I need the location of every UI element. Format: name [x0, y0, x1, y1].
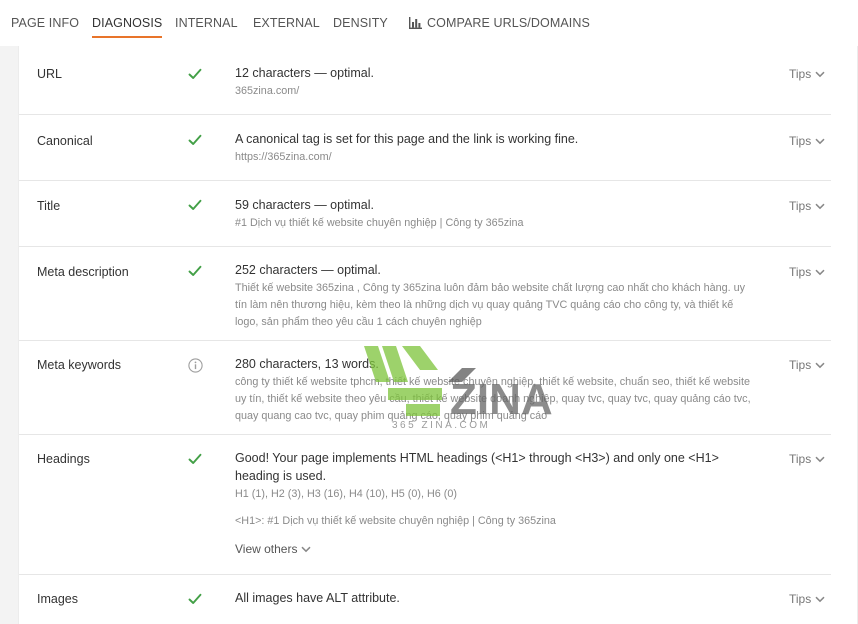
chevron-down-icon — [815, 452, 825, 466]
diagnosis-row-images: Images All images have ALT attribute. Ti… — [19, 574, 831, 624]
row-result: 12 characters — optimal. — [235, 66, 374, 80]
tab-bar: PAGE INFO DIAGNOSIS INTERNAL EXTERNAL DE… — [0, 0, 858, 46]
check-icon — [187, 451, 203, 467]
tips-label: Tips — [789, 265, 812, 279]
diagnosis-row-url: URL 12 characters — optimal. 365zina.com… — [19, 46, 831, 115]
info-icon — [187, 357, 203, 373]
tips-toggle[interactable]: Tips — [789, 265, 825, 279]
row-detail: Thiết kế website 365zina , Công ty 365zi… — [235, 282, 746, 328]
row-content: 12 characters — optimal. 365zina.com/ — [235, 64, 755, 100]
row-label: Meta keywords — [37, 358, 122, 372]
check-icon — [187, 132, 203, 148]
chevron-down-icon — [301, 542, 312, 556]
check-icon — [187, 197, 203, 213]
tab-label: INTERNAL — [175, 16, 238, 30]
row-label: URL — [37, 67, 63, 81]
row-detail: 365zina.com/ — [235, 85, 300, 97]
tips-toggle[interactable]: Tips — [789, 452, 825, 466]
row-content: Good! Your page implements HTML headings… — [235, 449, 755, 558]
watermark-mark-icon: ZINA — [364, 346, 553, 424]
panel-frame-left — [0, 46, 18, 624]
row-label: Meta description — [37, 265, 129, 279]
tips-label: Tips — [789, 358, 812, 372]
row-detail: #1 Dịch vụ thiết kế website chuyên nghiệ… — [235, 217, 524, 229]
diagnosis-row-headings: Headings Good! Your page implements HTML… — [19, 434, 831, 575]
tab-diagnosis[interactable]: DIAGNOSIS — [92, 16, 163, 38]
chevron-down-icon — [815, 134, 825, 148]
row-result: 252 characters — optimal. — [235, 263, 381, 277]
row-label: Title — [37, 199, 61, 213]
tips-label: Tips — [789, 199, 812, 213]
check-icon — [187, 66, 203, 82]
bar-chart-icon — [409, 17, 422, 29]
tips-toggle[interactable]: Tips — [789, 592, 825, 606]
tips-toggle[interactable]: Tips — [789, 358, 825, 372]
diagnosis-row-title: Title 59 characters — optimal. #1 Dịch v… — [19, 180, 831, 247]
tab-label: COMPARE URLS/DOMAINS — [427, 16, 590, 30]
tab-label: EXTERNAL — [253, 16, 320, 30]
row-detail: https://365zina.com/ — [235, 151, 332, 163]
tab-label: DIAGNOSIS — [92, 16, 163, 30]
row-content: 59 characters — optimal. #1 Dịch vụ thiế… — [235, 196, 755, 232]
tips-label: Tips — [789, 134, 812, 148]
chevron-down-icon — [815, 592, 825, 606]
chevron-down-icon — [815, 358, 825, 372]
tips-label: Tips — [789, 67, 812, 81]
check-icon — [187, 263, 203, 279]
watermark-tagline: 365 ZINA.COM — [392, 420, 491, 431]
chevron-down-icon — [815, 265, 825, 279]
h1-detail: <H1>: #1 Dịch vụ thiết kế website chuyên… — [235, 515, 556, 527]
row-result: All images have ALT attribute. — [235, 591, 400, 605]
tips-toggle[interactable]: Tips — [789, 134, 825, 148]
diagnosis-row-canonical: Canonical A canonical tag is set for thi… — [19, 114, 831, 181]
tab-compare[interactable]: COMPARE URLS/DOMAINS — [409, 16, 590, 30]
row-label: Headings — [37, 452, 90, 466]
watermark-logo: ZINA 365 ZINA.COM — [358, 342, 568, 438]
tab-page-info[interactable]: PAGE INFO — [11, 16, 79, 30]
row-label: Canonical — [37, 134, 93, 148]
diagnosis-panel: URL 12 characters — optimal. 365zina.com… — [18, 46, 858, 624]
row-content: A canonical tag is set for this page and… — [235, 130, 755, 166]
row-content: All images have ALT attribute. — [235, 589, 755, 607]
tips-toggle[interactable]: Tips — [789, 199, 825, 213]
tab-internal[interactable]: INTERNAL — [175, 16, 238, 30]
row-content: 252 characters — optimal. Thiết kế websi… — [235, 261, 755, 331]
diagnosis-row-meta-description: Meta description 252 characters — optima… — [19, 246, 831, 341]
tab-density[interactable]: DENSITY — [333, 16, 388, 30]
chevron-down-icon — [815, 199, 825, 213]
row-label: Images — [37, 592, 78, 606]
row-result: Good! Your page implements HTML headings… — [235, 451, 719, 483]
tips-toggle[interactable]: Tips — [789, 67, 825, 81]
check-icon — [187, 591, 203, 607]
view-others-label: View others — [235, 542, 298, 556]
tips-label: Tips — [789, 452, 812, 466]
tab-label: DENSITY — [333, 16, 388, 30]
tab-label: PAGE INFO — [11, 16, 80, 30]
chevron-down-icon — [815, 67, 825, 81]
row-detail: H1 (1), H2 (3), H3 (16), H4 (10), H5 (0)… — [235, 488, 457, 500]
view-others-link[interactable]: View others — [235, 542, 312, 556]
row-result: A canonical tag is set for this page and… — [235, 132, 579, 146]
row-result: 59 characters — optimal. — [235, 198, 374, 212]
tips-label: Tips — [789, 592, 812, 606]
watermark-brand: ZINA — [450, 375, 553, 422]
tab-external[interactable]: EXTERNAL — [253, 16, 320, 30]
